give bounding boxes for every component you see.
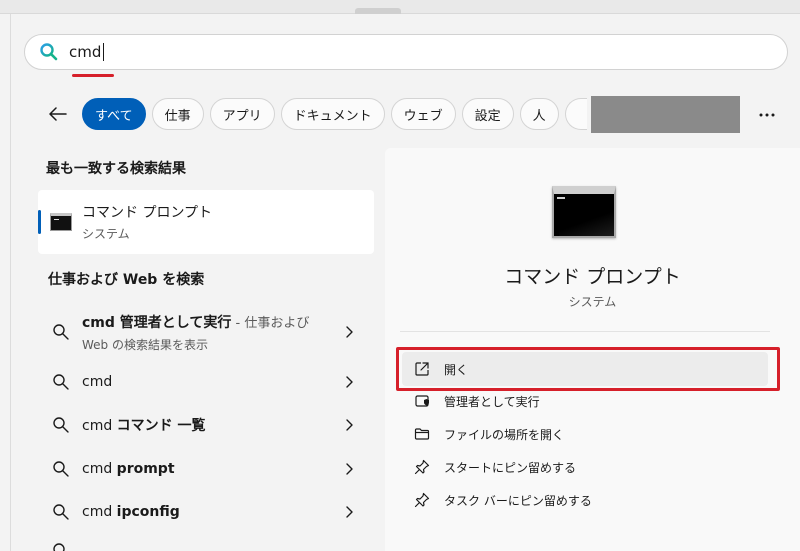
best-match-title: コマンド プロンプト xyxy=(82,205,213,221)
filter-chip-web[interactable]: ウェブ xyxy=(390,98,456,130)
result-second-line: Web の検索結果を表示 xyxy=(82,337,208,352)
filter-chip-settings[interactable]: 設定 xyxy=(461,98,514,130)
result-prefix-text: cmd xyxy=(82,504,117,520)
command-prompt-large-icon xyxy=(552,186,616,238)
result-text: cmd xyxy=(82,374,113,390)
search-input[interactable]: cmd xyxy=(69,42,105,62)
search-icon xyxy=(53,324,69,340)
chevron-right-icon xyxy=(346,506,353,518)
filter-chip-documents[interactable]: ドキュメント xyxy=(280,98,385,130)
back-button[interactable] xyxy=(40,96,76,132)
result-prefix-text: cmd xyxy=(82,418,117,434)
detail-divider xyxy=(400,331,770,332)
result-prefix-text: cmd xyxy=(82,461,117,477)
window-top-strip xyxy=(0,0,800,14)
arrow-left-icon xyxy=(49,107,67,121)
action-run-as-admin[interactable]: 管理者として実行 xyxy=(402,384,768,418)
chevron-right-icon xyxy=(346,326,353,338)
result-bold-text: ipconfig xyxy=(116,504,180,520)
filter-chip-all[interactable]: すべて xyxy=(82,98,146,130)
search-icon xyxy=(53,461,69,477)
action-label: タスク バーにピン留めする xyxy=(444,493,592,508)
web-result-item[interactable]: cmd 管理者として実行 - 仕事および Web の検索結果を表示 xyxy=(38,310,374,354)
web-result-item[interactable]: cmd xyxy=(38,362,374,402)
search-box[interactable]: cmd xyxy=(24,34,788,70)
annotation-underline xyxy=(72,74,114,77)
chevron-right-icon xyxy=(346,376,353,388)
web-result-item[interactable]: cmd prompt xyxy=(38,449,374,489)
best-match-heading: 最も一致する検索結果 xyxy=(46,161,186,177)
result-bold-text: コマンド 一覧 xyxy=(116,418,206,434)
web-section-heading: 仕事および Web を検索 xyxy=(48,272,205,288)
more-dots-icon xyxy=(759,113,775,117)
detail-subtitle: システム xyxy=(568,295,617,309)
text-caret xyxy=(103,43,105,62)
search-icon xyxy=(53,504,69,520)
search-query-text: cmd xyxy=(69,42,102,61)
command-prompt-icon xyxy=(50,213,72,231)
folder-icon xyxy=(414,428,430,440)
action-pin-to-taskbar[interactable]: タスク バーにピン留めする xyxy=(402,483,768,517)
shield-admin-icon xyxy=(415,395,429,407)
action-label: ファイルの場所を開く xyxy=(444,427,565,442)
filter-chip-people[interactable]: 人 xyxy=(519,98,559,130)
filter-chip-work[interactable]: 仕事 xyxy=(151,98,204,130)
action-label: スタートにピン留めする xyxy=(444,460,577,475)
best-match-subtitle: システム xyxy=(82,227,130,241)
action-open-file-location[interactable]: ファイルの場所を開く xyxy=(402,417,768,451)
detail-title: コマンド プロンプト xyxy=(504,266,681,288)
result-bold-text: cmd 管理者として実行 xyxy=(82,314,232,331)
best-match-result[interactable]: コマンド プロンプト システム xyxy=(38,190,374,254)
chevron-right-icon xyxy=(346,419,353,431)
filter-chip-apps[interactable]: アプリ xyxy=(209,98,275,130)
search-icon xyxy=(53,417,69,433)
redacted-area xyxy=(591,96,740,133)
filter-chip-overflow[interactable] xyxy=(564,98,587,130)
filter-bar: すべて 仕事 アプリ ドキュメント ウェブ 設定 人 xyxy=(40,96,633,132)
search-icon xyxy=(53,543,65,551)
search-icon xyxy=(53,374,69,390)
pin-icon xyxy=(414,459,430,475)
selection-indicator xyxy=(38,210,41,234)
pin-icon xyxy=(414,492,430,508)
web-result-item[interactable]: cmd コマンド 一覧 xyxy=(38,405,374,445)
action-pin-to-start[interactable]: スタートにピン留めする xyxy=(402,450,768,484)
result-suffix-text: - 仕事および xyxy=(231,315,310,331)
web-result-item[interactable]: cmd ipconfig xyxy=(38,492,374,532)
search-icon xyxy=(40,43,58,61)
result-bold-text: prompt xyxy=(116,461,175,477)
more-options-button[interactable] xyxy=(752,104,782,126)
action-label: 管理者として実行 xyxy=(444,394,540,409)
chevron-right-icon xyxy=(346,463,353,475)
